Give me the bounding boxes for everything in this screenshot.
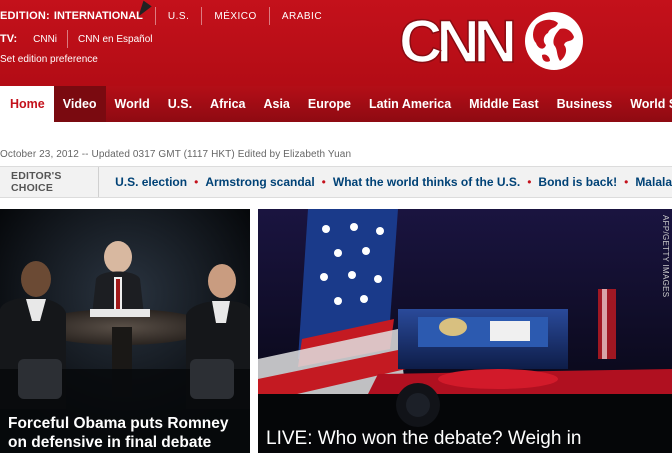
nav-latin-america[interactable]: Latin America: [360, 86, 460, 122]
set-edition-preference-link[interactable]: Set edition preference: [0, 54, 98, 65]
debate-stage-image: [258, 209, 672, 453]
editors-choice-link[interactable]: Bond is back!: [538, 175, 617, 189]
cnn-logo[interactable]: CNN: [395, 8, 515, 74]
edition-selector: EDITION: INTERNATIONAL U.S. MÉXICO ARABI…: [0, 7, 322, 25]
main-navigation: Home Video World U.S. Africa Asia Europe…: [0, 86, 672, 122]
editors-choice-label: EDITOR'S CHOICE: [0, 167, 100, 197]
divider: [154, 7, 156, 25]
masthead: EDITION: INTERNATIONAL U.S. MÉXICO ARABI…: [0, 0, 672, 86]
nav-middle-east[interactable]: Middle East: [460, 86, 547, 122]
update-timestamp: October 23, 2012 -- Updated 0317 GMT (11…: [0, 149, 352, 160]
tv-links: TV: CNNi CNN en Español: [0, 30, 153, 48]
bullet-icon: •: [194, 175, 199, 189]
bullet-icon: •: [527, 175, 532, 189]
bullet-icon: •: [624, 175, 629, 189]
edition-current[interactable]: INTERNATIONAL: [54, 10, 143, 22]
nav-video[interactable]: Video: [53, 86, 106, 122]
nav-world[interactable]: World: [106, 86, 159, 122]
editors-choice-link[interactable]: Malala: [635, 175, 672, 189]
photo-credit: AFP/GETTY IMAGES: [661, 215, 670, 298]
edition-link-arabic[interactable]: ARABIC: [282, 11, 322, 22]
story-headline[interactable]: LIVE: Who won the debate? Weigh in: [266, 428, 581, 450]
bullet-icon: •: [321, 175, 326, 189]
nav-world-sport[interactable]: World Sport: [621, 86, 672, 122]
nav-home[interactable]: Home: [0, 86, 54, 122]
edition-link-us[interactable]: U.S.: [168, 11, 189, 22]
editors-choice-link[interactable]: Armstrong scandal: [205, 175, 314, 189]
edition-label: EDITION:: [0, 10, 50, 22]
nav-europe[interactable]: Europe: [299, 86, 360, 122]
divider: [201, 7, 203, 25]
editors-choice-links: U.S. election • Armstrong scandal • What…: [99, 175, 672, 189]
story-headline[interactable]: Forceful Obama puts Romney on defensive …: [8, 414, 248, 452]
divider: [268, 7, 270, 25]
tv-link-cnn-espanol[interactable]: CNN en Español: [78, 34, 152, 45]
edition-link-mexico[interactable]: MÉXICO: [214, 11, 256, 22]
globe-icon[interactable]: [522, 9, 586, 73]
story-card-right[interactable]: AFP/GETTY IMAGES LIVE: Who won the debat…: [258, 209, 672, 453]
story-card-left[interactable]: Forceful Obama puts Romney on defensive …: [0, 209, 250, 453]
editors-choice-link[interactable]: U.S. election: [115, 175, 187, 189]
divider: [67, 30, 69, 48]
tv-link-cnni[interactable]: CNNi: [33, 34, 57, 45]
nav-business[interactable]: Business: [548, 86, 622, 122]
editors-choice-bar: EDITOR'S CHOICE U.S. election • Armstron…: [0, 166, 672, 198]
nav-africa[interactable]: Africa: [201, 86, 254, 122]
tv-label: TV:: [0, 33, 18, 45]
nav-asia[interactable]: Asia: [254, 86, 298, 122]
editors-choice-link[interactable]: What the world thinks of the U.S.: [333, 175, 520, 189]
logo-text: CNN: [399, 8, 514, 74]
nav-us[interactable]: U.S.: [159, 86, 201, 122]
